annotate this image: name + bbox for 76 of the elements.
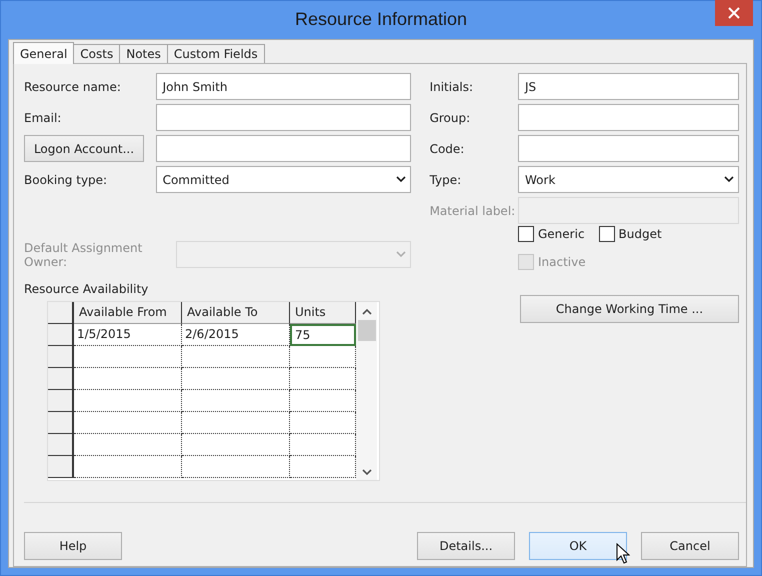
table-cell[interactable] xyxy=(290,412,356,434)
field-label: Type: xyxy=(430,172,462,186)
tab[interactable]: Custom Fields xyxy=(166,44,265,63)
dropdown-value: Work xyxy=(525,172,556,186)
table-cell[interactable] xyxy=(74,368,182,390)
row-header[interactable] xyxy=(48,302,74,324)
table-cell[interactable] xyxy=(74,390,182,412)
input-field[interactable] xyxy=(518,104,739,131)
table-cell[interactable] xyxy=(74,434,182,456)
row-header[interactable] xyxy=(48,456,74,478)
column-header[interactable]: Available To xyxy=(182,302,290,324)
field-label: Material label: xyxy=(430,204,516,218)
table-cell[interactable] xyxy=(74,346,182,368)
table-cell[interactable] xyxy=(182,412,290,434)
table-cell[interactable] xyxy=(182,346,290,368)
change-working-time-button[interactable]: Change Working Time ... xyxy=(520,295,739,323)
table-cell[interactable] xyxy=(182,368,290,390)
scrollbar[interactable] xyxy=(356,302,377,480)
mouse-cursor-icon xyxy=(616,543,630,565)
input-field[interactable] xyxy=(518,135,739,162)
input-field[interactable] xyxy=(156,135,411,162)
chevron-up-icon xyxy=(362,308,372,315)
tab[interactable]: General xyxy=(13,42,74,64)
chevron-down-icon xyxy=(724,176,734,183)
row-header[interactable] xyxy=(48,368,74,390)
logon-account-button[interactable]: Logon Account... xyxy=(24,135,144,162)
table-cell[interactable] xyxy=(182,456,290,478)
dropdown-value: Committed xyxy=(162,172,230,186)
chevron-down-icon xyxy=(396,176,406,183)
table-cell[interactable]: 1/5/2015 xyxy=(74,324,182,346)
dialog-button[interactable]: Cancel xyxy=(641,532,739,560)
window-title: Resource Information xyxy=(294,8,468,30)
field-label: Email: xyxy=(24,110,62,124)
table-cell[interactable] xyxy=(290,390,356,412)
column-header[interactable]: Available From xyxy=(74,302,182,324)
row-header[interactable] xyxy=(48,346,74,368)
dialog-button[interactable]: Help xyxy=(24,532,122,560)
table-cell[interactable] xyxy=(74,412,182,434)
input-field[interactable]: John Smith xyxy=(156,73,411,100)
chevron-down-icon xyxy=(396,251,406,258)
row-header[interactable] xyxy=(48,434,74,456)
table-cell[interactable]: 2/6/2015 xyxy=(182,324,290,346)
dropdown[interactable]: Work xyxy=(518,166,739,193)
column-header[interactable]: Units xyxy=(290,302,356,324)
row-header[interactable] xyxy=(48,324,74,346)
field-label: Resource name: xyxy=(24,80,121,94)
field-label: Code: xyxy=(430,142,464,156)
field-label: Default Assignment Owner: xyxy=(24,240,144,268)
checkbox-label: Budget xyxy=(618,227,662,241)
close-icon xyxy=(728,7,740,19)
chevron-down-icon xyxy=(362,469,372,476)
field-label: Group: xyxy=(430,110,470,124)
checkbox-label: Inactive xyxy=(538,255,586,269)
dialog-button[interactable]: OK xyxy=(529,532,627,560)
table-cell[interactable] xyxy=(290,346,356,368)
row-header[interactable] xyxy=(48,390,74,412)
checkbox[interactable] xyxy=(598,226,615,242)
dropdown[interactable]: Committed xyxy=(156,166,411,193)
table-cell[interactable] xyxy=(290,434,356,456)
dialog-button[interactable]: Details... xyxy=(417,532,515,560)
section-title: Resource Availability xyxy=(24,282,150,296)
table-cell[interactable] xyxy=(182,390,290,412)
input-field[interactable] xyxy=(156,104,411,131)
table-cell[interactable] xyxy=(74,456,182,478)
input-field[interactable]: JS xyxy=(518,73,739,100)
table-cell[interactable] xyxy=(290,456,356,478)
close-button[interactable] xyxy=(715,0,753,26)
field-label: Booking type: xyxy=(24,172,108,186)
table-cell[interactable] xyxy=(182,434,290,456)
scroll-thumb[interactable] xyxy=(358,320,376,341)
table-cell[interactable]: 75 xyxy=(290,324,356,346)
checkbox-label: Generic xyxy=(538,227,585,241)
checkbox[interactable] xyxy=(518,226,534,242)
row-header[interactable] xyxy=(48,412,74,434)
table-cell[interactable] xyxy=(290,368,356,390)
field-label: Initials: xyxy=(430,80,474,94)
